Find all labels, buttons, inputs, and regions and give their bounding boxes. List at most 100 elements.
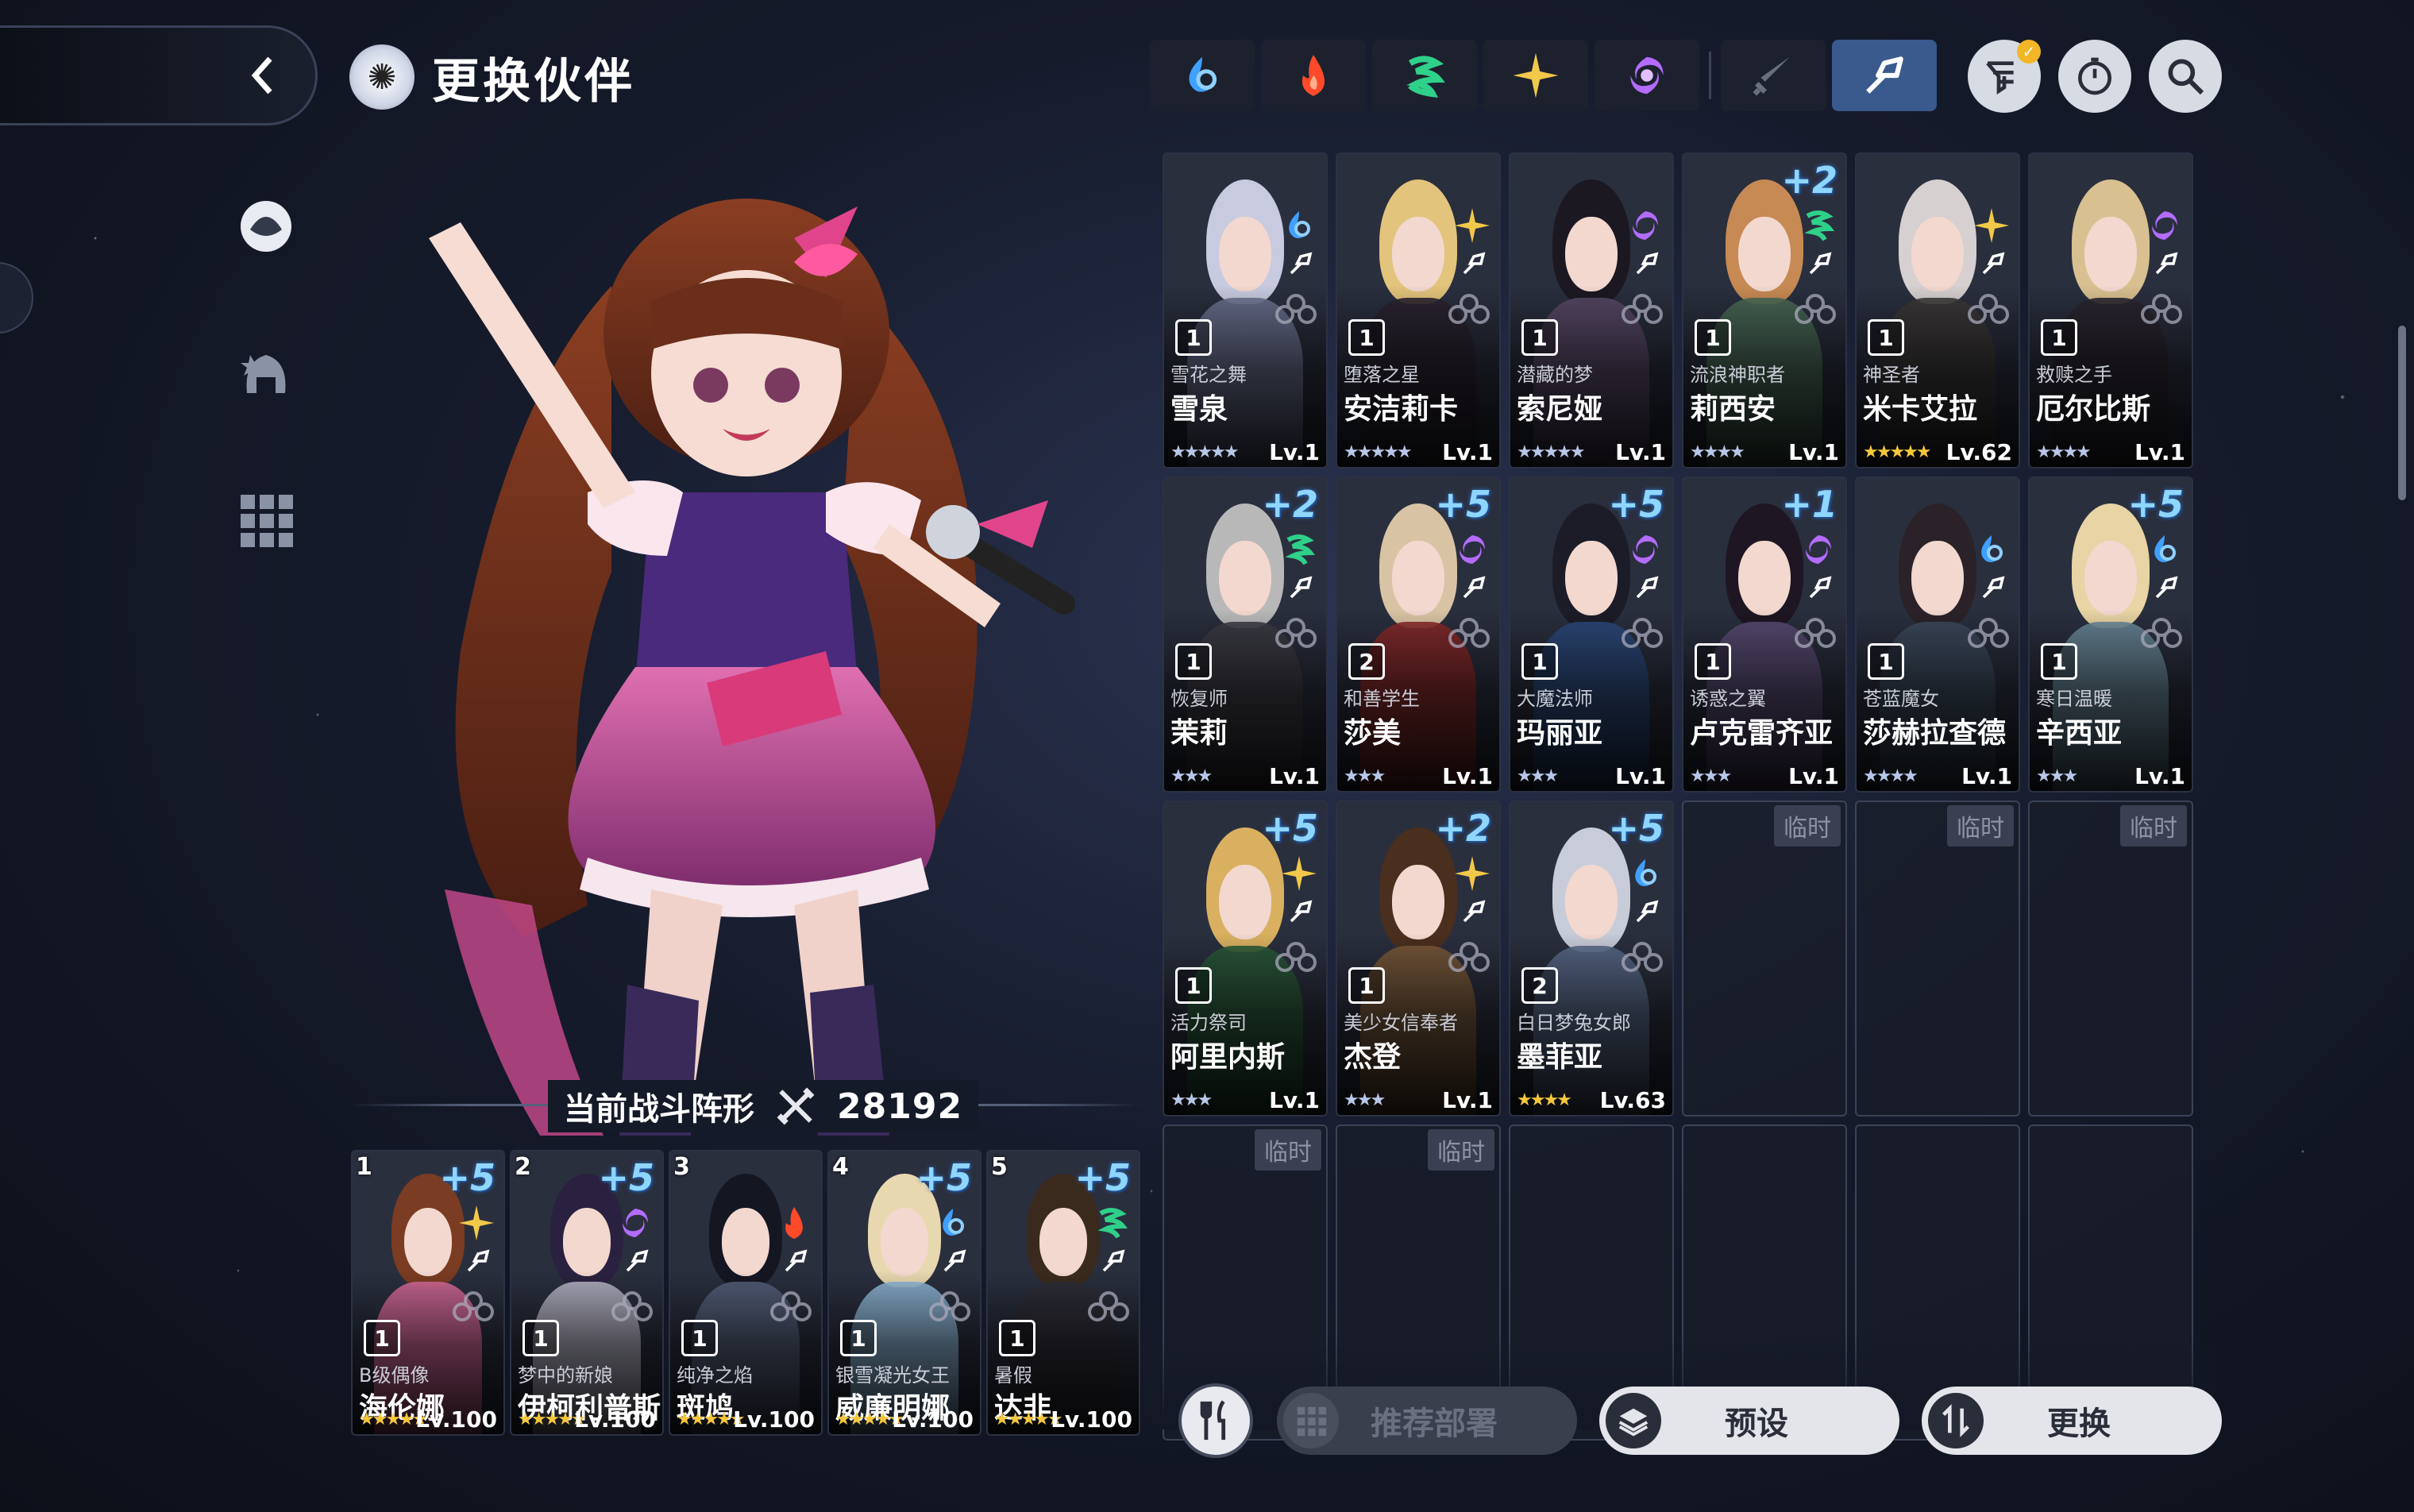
swap-label: 更换 (2047, 1406, 2111, 1442)
side-tab-formation[interactable] (230, 484, 302, 556)
search-button[interactable] (2149, 40, 2222, 113)
filter-wind-button[interactable] (1372, 40, 1477, 111)
partner-title: 梦中的新娘 (518, 1364, 613, 1387)
partner-name: 莉西安 (1690, 393, 1776, 426)
filter-water-button[interactable] (1150, 40, 1255, 111)
ranged-class-icon (1866, 56, 1903, 94)
partner-card[interactable]: +2 1 流浪神职者 莉西安 ★★★★ Lv.1 (1682, 152, 1847, 469)
grade-box: 1 (1175, 319, 1212, 356)
grade-box: 1 (2041, 319, 2077, 356)
partner-level: Lv.62 (1945, 439, 2012, 465)
filter-light-button[interactable] (1483, 40, 1588, 111)
partner-level: Lv.1 (1269, 439, 1320, 465)
partner-card[interactable]: 1 救赎之手 厄尔比斯 ★★★★ Lv.1 (2028, 152, 2193, 469)
partner-card[interactable]: +5 2 白日梦兔女郎 墨菲亚 ★★★★ Lv.63 (1509, 800, 1674, 1117)
wind-element-icon (1804, 210, 1835, 241)
filter-dark-button[interactable] (1595, 40, 1699, 111)
partner-level: Lv.1 (1615, 763, 1666, 789)
swap-button[interactable]: 更换 (1922, 1387, 2222, 1455)
star-rating: ★★★★ (1863, 766, 1918, 786)
partner-name: 安洁莉卡 (1344, 393, 1459, 426)
partner-card[interactable]: 4 +5 1 银雪凝光女王 威廉明娜 ★★★★★ Lv.100 (827, 1150, 981, 1436)
awakening-icon (1622, 294, 1663, 324)
partner-card[interactable]: 1 神圣者 米卡艾拉 ★★★★★ Lv.62 (1855, 152, 2020, 469)
partner-title: 堕落之星 (1344, 364, 1420, 386)
partner-card[interactable]: +2 1 恢复师 茉莉 ★★★ Lv.1 (1163, 476, 1328, 793)
partner-emblem-icon: ✺ (349, 44, 415, 110)
grade-box: 1 (523, 1320, 559, 1356)
awakening-icon (611, 1291, 653, 1321)
ranged-class-icon (1636, 576, 1659, 599)
partner-card[interactable]: 1 堕落之星 安洁莉卡 ★★★★★ Lv.1 (1336, 152, 1501, 469)
partner-card[interactable]: 1 苍蓝魔女 莎赫拉查德 ★★★★ Lv.1 (1855, 476, 2020, 793)
enhance-level: +5 (1608, 483, 1664, 526)
partner-title: 美少女信奉者 (1344, 1012, 1458, 1034)
awakening-icon (770, 1291, 812, 1321)
team-slot-number: 3 (673, 1153, 690, 1181)
ranged-class-icon (1290, 252, 1313, 275)
partner-card[interactable]: 1 +5 1 B级偶像 海伦娜 ★★★★★ Lv.100 (351, 1150, 505, 1436)
dark-element-icon (1806, 535, 1831, 564)
partner-card[interactable]: +5 2 和善学生 莎美 ★★★ Lv.1 (1336, 476, 1501, 793)
sort-list-button[interactable]: ✓ (1968, 40, 2041, 113)
enhance-level: +5 (2127, 483, 2184, 526)
star-rating: ★★★ (1344, 1090, 1386, 1110)
grade-box: 1 (681, 1320, 718, 1356)
partner-title: 和善学生 (1344, 688, 1420, 710)
partner-name: 阿里内斯 (1170, 1041, 1286, 1074)
wind-element-icon (1406, 56, 1445, 98)
partner-card[interactable]: 5 +5 1 暑假 达非 ★★★★★ Lv.100 (986, 1150, 1140, 1436)
partner-title: 流浪神职者 (1690, 364, 1785, 386)
side-tab-partner[interactable] (230, 191, 302, 262)
partner-card[interactable]: +5 1 活力祭司 阿里内斯 ★★★ Lv.1 (1163, 800, 1328, 1117)
awakening-icon (1275, 294, 1317, 324)
water-element-icon (2154, 535, 2176, 562)
partner-level: Lv.1 (1442, 439, 1493, 465)
partner-card[interactable]: +1 1 诱惑之翼 卢克雷齐亚 ★★★ Lv.1 (1682, 476, 1847, 793)
partner-level: Lv.1 (1442, 763, 1493, 789)
side-tab-equipment[interactable] (230, 341, 302, 413)
recommend-deploy-button[interactable]: 推荐部署 (1277, 1387, 1577, 1455)
partner-level: Lv.1 (1615, 439, 1666, 465)
grid-formation-icon (1283, 1393, 1339, 1448)
partner-card[interactable]: +5 1 寒日温暖 辛西亚 ★★★ Lv.1 (2028, 476, 2193, 793)
ranged-class-icon (1809, 576, 1832, 599)
idol-character-illustration (429, 199, 1075, 1136)
current-team: 1 +5 1 B级偶像 海伦娜 ★★★★★ Lv.100 2 +5 1 梦中的新… (351, 1150, 1140, 1436)
timer-sort-button[interactable] (2058, 40, 2131, 113)
back-button[interactable] (0, 25, 318, 125)
food-button[interactable] (1178, 1383, 1253, 1458)
star-rating: ★★★ (1344, 766, 1386, 786)
enhance-level: +5 (439, 1156, 496, 1199)
grade-box: 1 (1695, 643, 1731, 680)
dark-element-icon (2152, 211, 2177, 240)
partner-card[interactable]: 3 1 纯净之焰 斑鸠 ★★★★★ Lv.100 (669, 1150, 823, 1436)
empty-roster-slot[interactable]: 临时 (1682, 800, 1847, 1117)
ranged-class-icon (1290, 900, 1313, 923)
partner-card[interactable]: +5 1 大魔法师 玛丽亚 ★★★ Lv.1 (1509, 476, 1674, 793)
partner-name: 卢克雷齐亚 (1690, 717, 1834, 750)
partner-card[interactable]: 2 +5 1 梦中的新娘 伊柯利普斯 ★★★★★ Lv.100 (510, 1150, 664, 1436)
partner-card[interactable]: +2 1 美少女信奉者 杰登 ★★★ Lv.1 (1336, 800, 1501, 1117)
preset-button[interactable]: 预设 (1599, 1387, 1899, 1455)
ranged-class-icon (943, 1249, 966, 1272)
filter-melee-button[interactable] (1721, 40, 1826, 111)
side-drawer-tab[interactable] (0, 262, 33, 334)
filter-fire-button[interactable] (1261, 40, 1366, 111)
temp-tag: 临时 (1428, 1129, 1494, 1171)
ranged-class-icon (1982, 252, 2005, 275)
partner-level: Lv.100 (574, 1406, 656, 1433)
partner-card[interactable]: 1 雪花之舞 雪泉 ★★★★★ Lv.1 (1163, 152, 1328, 469)
partner-card[interactable]: 1 潜藏的梦 索尼娅 ★★★★★ Lv.1 (1509, 152, 1674, 469)
enhance-level: +2 (1781, 159, 1837, 202)
enhance-level: +2 (1435, 807, 1491, 850)
fork-knife-icon (1200, 1400, 1226, 1441)
empty-roster-slot[interactable]: 临时 (1855, 800, 2020, 1117)
filter-ranged-button[interactable] (1832, 40, 1937, 111)
grade-box: 1 (1175, 643, 1212, 680)
star-rating: ★★★★★ (1344, 442, 1413, 462)
roster-scrollbar[interactable] (2398, 326, 2406, 500)
page-title: 更换伙伴 (432, 53, 635, 110)
empty-roster-slot[interactable]: 临时 (2028, 800, 2193, 1117)
partner-level: Lv.100 (892, 1406, 974, 1433)
